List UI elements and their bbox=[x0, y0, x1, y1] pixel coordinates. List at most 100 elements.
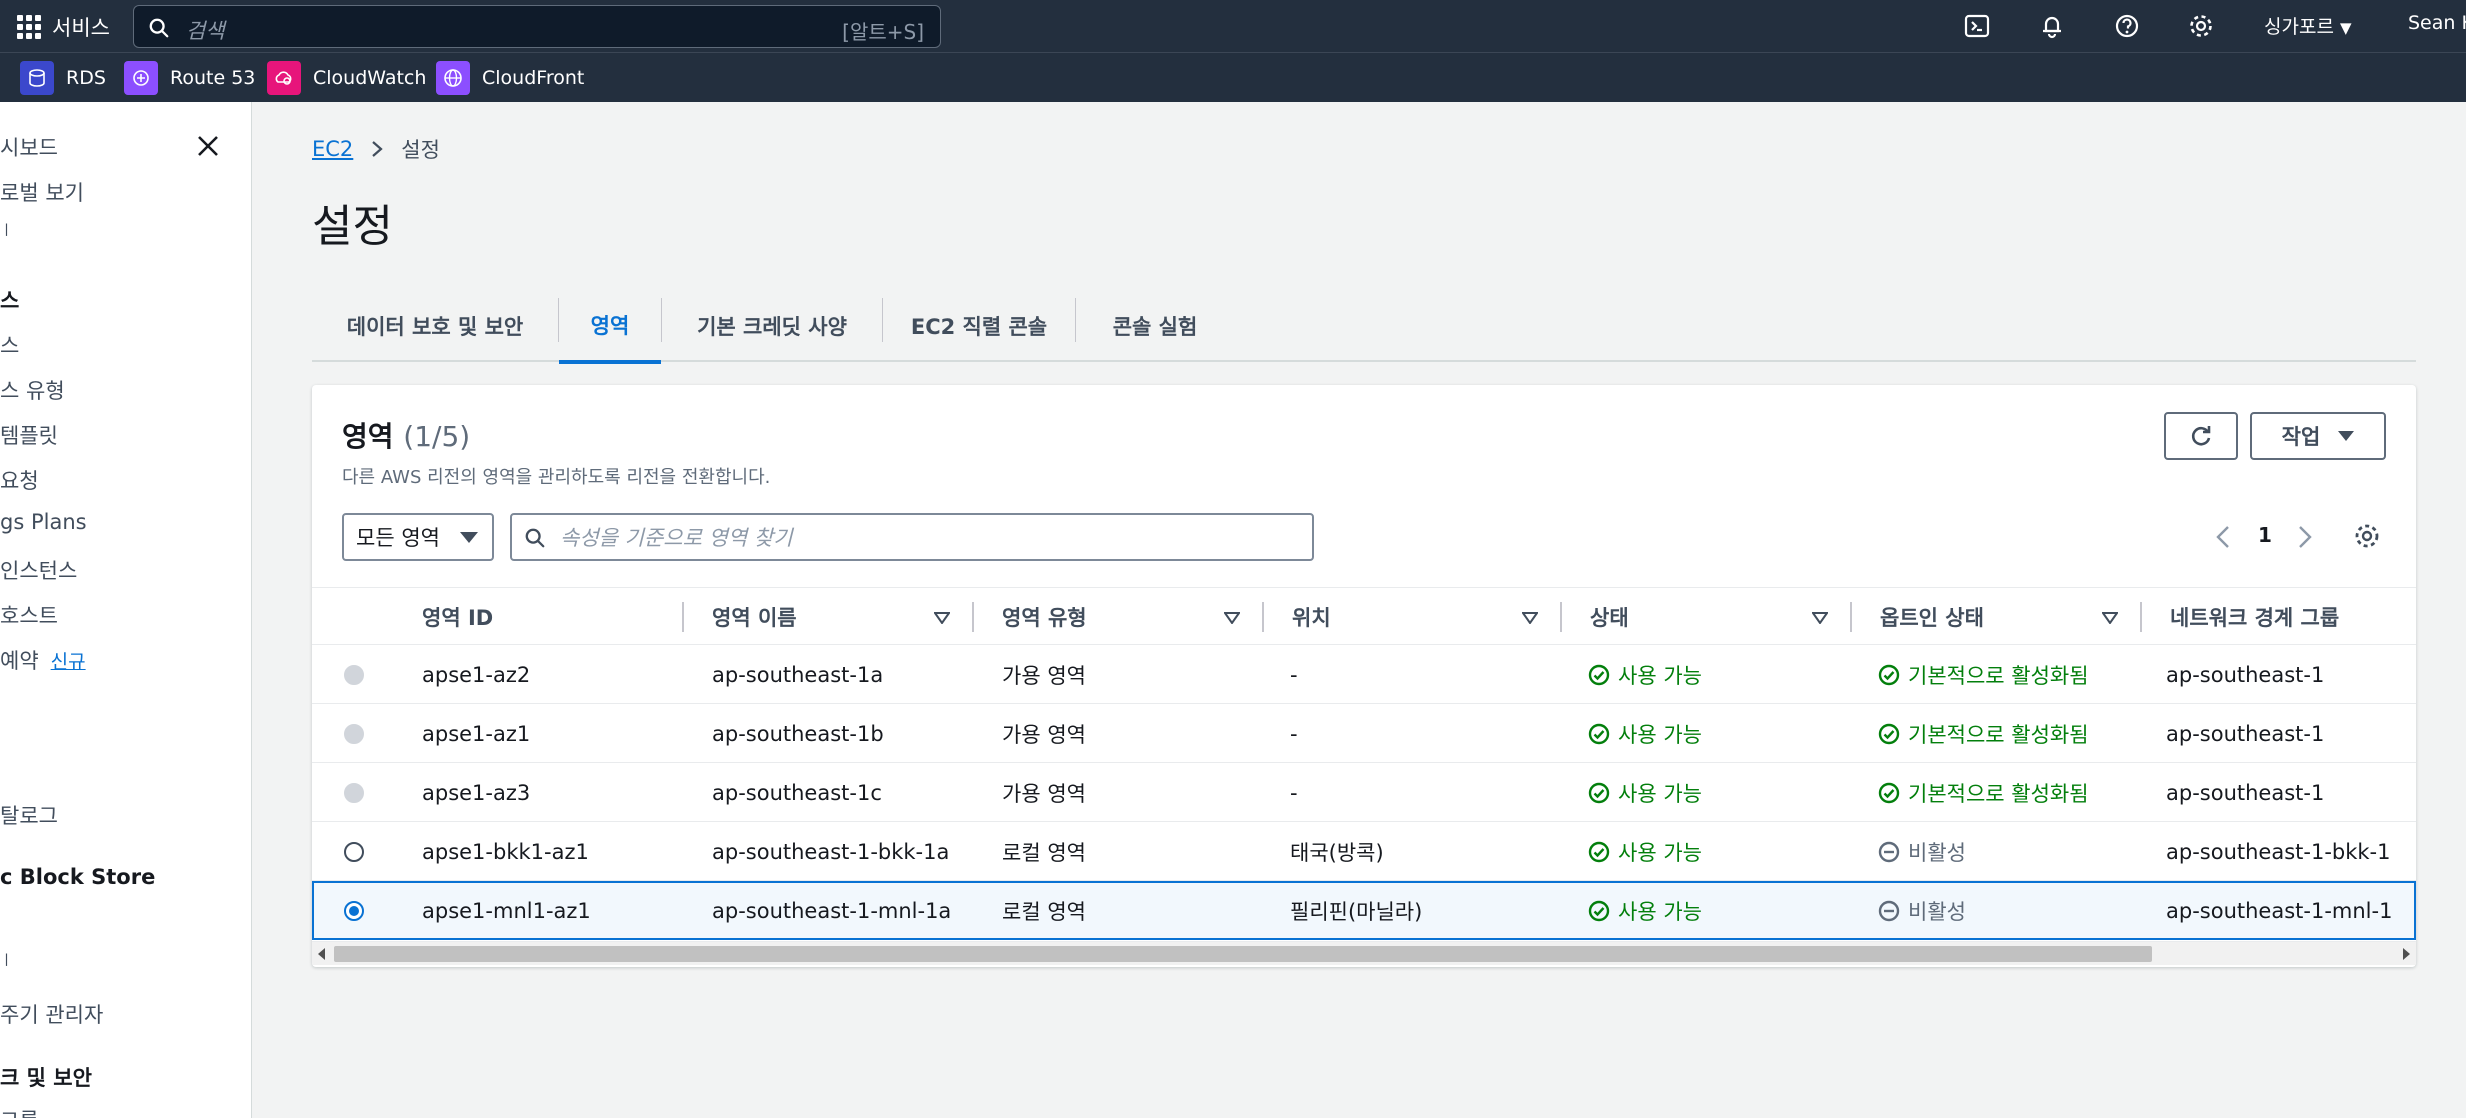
column-resizer[interactable] bbox=[1560, 602, 1562, 632]
sidebar-item-ami-catalog[interactable]: 탈로그 bbox=[0, 800, 58, 830]
sidebar-item-security-groups[interactable]: 그룹 bbox=[0, 1105, 39, 1118]
cell-zone-type: 로컬 영역 bbox=[1002, 840, 1086, 865]
favorite-label: CloudWatch bbox=[313, 67, 427, 89]
scroll-right-arrow-icon[interactable] bbox=[2403, 948, 2410, 960]
sidebar-item-reserved-instances[interactable]: 인스턴스 bbox=[0, 555, 77, 585]
sort-icon[interactable] bbox=[1522, 612, 1538, 624]
top-navigation: 서비스 검색 [알트+S] 싱가포르 ▼ Sean K bbox=[0, 0, 2466, 52]
column-resizer[interactable] bbox=[972, 602, 974, 632]
status-success-icon bbox=[1878, 782, 1900, 803]
pagination-current-page[interactable]: 1 bbox=[2258, 523, 2272, 547]
cell-status: 사용 가능 bbox=[1588, 822, 1702, 881]
sidebar-item-dedicated-hosts[interactable]: 호스트 bbox=[0, 600, 58, 630]
tab-console-experiments[interactable]: 콘솔 실험 bbox=[1076, 290, 1234, 362]
optin-text: 기본적으로 활성화됨 bbox=[1908, 722, 2089, 747]
column-header-zone-name[interactable]: 영역 이름 bbox=[712, 588, 797, 646]
sidebar-item-savings-plans[interactable]: gs Plans bbox=[0, 510, 87, 534]
global-search-box[interactable]: 검색 [알트+S] bbox=[133, 5, 941, 48]
services-menu-label[interactable]: 서비스 bbox=[52, 12, 110, 42]
favorite-label: Route 53 bbox=[170, 67, 256, 89]
sidebar-item-lifecycle-manager[interactable]: 주기 관리자 bbox=[0, 999, 103, 1029]
cell-location: - bbox=[1290, 780, 1298, 805]
table-row[interactable]: apse1-az3 ap-southeast-1c 가용 영역 - 사용 가능 … bbox=[312, 763, 2416, 822]
services-grid-icon[interactable] bbox=[17, 15, 41, 39]
cell-status: 사용 가능 bbox=[1588, 645, 1702, 704]
column-header-network-border-group[interactable]: 네트워크 경계 그룹 bbox=[2170, 588, 2339, 646]
scroll-left-arrow-icon[interactable] bbox=[318, 948, 325, 960]
cell-location: 필리핀(마닐라) bbox=[1290, 899, 1423, 924]
column-resizer[interactable] bbox=[1850, 602, 1852, 632]
settings-gear-icon[interactable] bbox=[2187, 12, 2215, 40]
table-row[interactable]: apse1-az2 ap-southeast-1a 가용 영역 - 사용 가능 … bbox=[312, 645, 2416, 704]
column-resizer[interactable] bbox=[682, 602, 684, 632]
table-row[interactable]: apse1-az1 ap-southeast-1b 가용 영역 - 사용 가능 … bbox=[312, 704, 2416, 763]
cloudshell-icon[interactable] bbox=[1963, 12, 1991, 40]
sidebar-item-instance-types[interactable]: 스 유형 bbox=[0, 375, 65, 405]
sort-icon[interactable] bbox=[934, 612, 950, 624]
zone-search-input[interactable] bbox=[560, 521, 1300, 555]
status-text: 사용 가능 bbox=[1618, 722, 1702, 747]
sort-icon[interactable] bbox=[1812, 612, 1828, 624]
sidebar-section-instances[interactable]: 스 bbox=[0, 285, 19, 315]
column-header-optin-status[interactable]: 옵트인 상태 bbox=[1880, 588, 1984, 646]
column-resizer[interactable] bbox=[1262, 602, 1264, 632]
pagination-next-icon[interactable] bbox=[2292, 521, 2316, 553]
refresh-button[interactable] bbox=[2164, 412, 2238, 460]
zone-filter-value: 모든 영역 bbox=[356, 526, 440, 550]
sidebar-item-launch-templates[interactable]: 템플릿 bbox=[0, 420, 58, 450]
cell-zone-id: apse1-az3 bbox=[422, 780, 531, 805]
favorite-route53[interactable]: Route 53 bbox=[124, 61, 255, 95]
tab-zones[interactable]: 영역 bbox=[559, 290, 661, 364]
table-preferences-gear-icon[interactable] bbox=[2352, 521, 2382, 551]
horizontal-scrollbar[interactable] bbox=[312, 941, 2416, 965]
cell-zone-name: ap-southeast-1a bbox=[712, 662, 884, 687]
table-row-selected[interactable]: apse1-mnl1-az1 ap-southeast-1-mnl-1a 로컬 … bbox=[312, 881, 2416, 940]
row-radio[interactable] bbox=[344, 842, 364, 862]
favorite-cloudfront[interactable]: CloudFront bbox=[436, 61, 584, 95]
actions-dropdown-button[interactable]: 작업 bbox=[2250, 412, 2386, 460]
sidebar-section-network-security[interactable]: 크 및 보안 bbox=[0, 1062, 92, 1092]
breadcrumb-ec2-link[interactable]: EC2 bbox=[312, 137, 353, 161]
sidebar-item-dashboard[interactable]: 시보드 bbox=[0, 132, 58, 162]
row-radio[interactable] bbox=[344, 901, 364, 921]
column-header-zone-id[interactable]: 영역 ID bbox=[422, 588, 493, 646]
sidebar-item-capacity-reservations[interactable]: 예약 신규 bbox=[0, 645, 86, 675]
table-row[interactable]: apse1-bkk1-az1 ap-southeast-1-bkk-1a 로컬 … bbox=[312, 822, 2416, 881]
pagination-prev-icon[interactable] bbox=[2212, 521, 2236, 553]
column-header-zone-type[interactable]: 영역 유형 bbox=[1002, 588, 1087, 646]
column-header-status[interactable]: 상태 bbox=[1590, 588, 1629, 646]
close-icon[interactable] bbox=[194, 132, 222, 160]
cell-location: - bbox=[1290, 721, 1298, 746]
search-placeholder: 검색 bbox=[186, 19, 225, 43]
notifications-bell-icon[interactable] bbox=[2038, 12, 2066, 40]
sort-icon[interactable] bbox=[1224, 612, 1240, 624]
column-resizer[interactable] bbox=[2140, 602, 2142, 632]
sidebar-item-spot-requests[interactable]: 요청 bbox=[0, 465, 39, 495]
sidebar-item-snapshots[interactable]: ㅣ bbox=[0, 950, 13, 970]
user-menu[interactable]: Sean K bbox=[2408, 12, 2466, 34]
favorite-rds[interactable]: RDS bbox=[20, 61, 106, 95]
tab-ec2-serial-console[interactable]: EC2 직렬 콘솔 bbox=[883, 290, 1075, 362]
region-selector[interactable]: 싱가포르 ▼ bbox=[2264, 12, 2352, 39]
tab-data-protection[interactable]: 데이터 보호 및 보안 bbox=[312, 290, 558, 362]
column-header-location[interactable]: 위치 bbox=[1292, 588, 1331, 646]
zone-filter-select[interactable]: 모든 영역 bbox=[342, 513, 494, 561]
tab-default-credit-spec[interactable]: 기본 크레딧 사양 bbox=[662, 290, 882, 362]
panel-description: 다른 AWS 리전의 영역을 관리하도록 리전을 전환합니다. bbox=[342, 467, 771, 488]
row-radio bbox=[344, 783, 364, 803]
cell-zone-id: apse1-az1 bbox=[422, 721, 531, 746]
favorite-cloudwatch[interactable]: CloudWatch bbox=[267, 61, 426, 95]
route53-icon bbox=[124, 61, 158, 95]
row-radio bbox=[344, 724, 364, 744]
sidebar-section-elastic-block-store[interactable]: c Block Store bbox=[0, 865, 155, 889]
scrollbar-thumb[interactable] bbox=[334, 946, 2152, 962]
sidebar-item-events[interactable]: ㅣ bbox=[0, 220, 13, 240]
status-text: 사용 가능 bbox=[1618, 899, 1702, 924]
help-icon[interactable] bbox=[2113, 12, 2141, 40]
breadcrumb-current: 설정 bbox=[401, 138, 440, 162]
sort-icon[interactable] bbox=[2102, 612, 2118, 624]
cell-network-border-group: ap-southeast-1 bbox=[2166, 780, 2325, 805]
sidebar-item-instances[interactable]: 스 bbox=[0, 330, 19, 360]
zone-search-field[interactable] bbox=[510, 513, 1314, 561]
sidebar-item-global-view[interactable]: 로벌 보기 bbox=[0, 177, 84, 207]
